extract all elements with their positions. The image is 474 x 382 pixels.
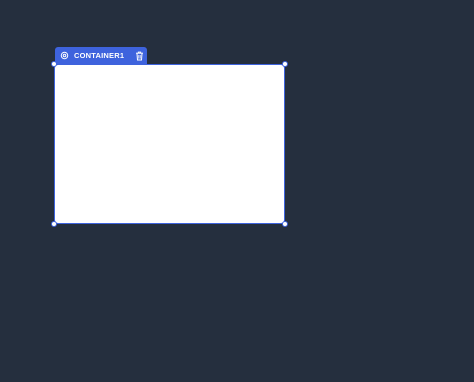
component-tag[interactable]: CONTAINER1 bbox=[55, 47, 147, 64]
gear-icon[interactable] bbox=[60, 51, 69, 61]
resize-handle-bottom-right[interactable] bbox=[282, 221, 288, 227]
container-component[interactable] bbox=[54, 64, 285, 224]
resize-handle-top-left[interactable] bbox=[51, 61, 57, 67]
trash-icon[interactable] bbox=[135, 51, 144, 61]
resize-handle-bottom-left[interactable] bbox=[51, 221, 57, 227]
editor-canvas[interactable]: CONTAINER1 bbox=[0, 0, 474, 382]
resize-handle-top-right[interactable] bbox=[282, 61, 288, 67]
component-name-label[interactable]: CONTAINER1 bbox=[74, 47, 124, 64]
